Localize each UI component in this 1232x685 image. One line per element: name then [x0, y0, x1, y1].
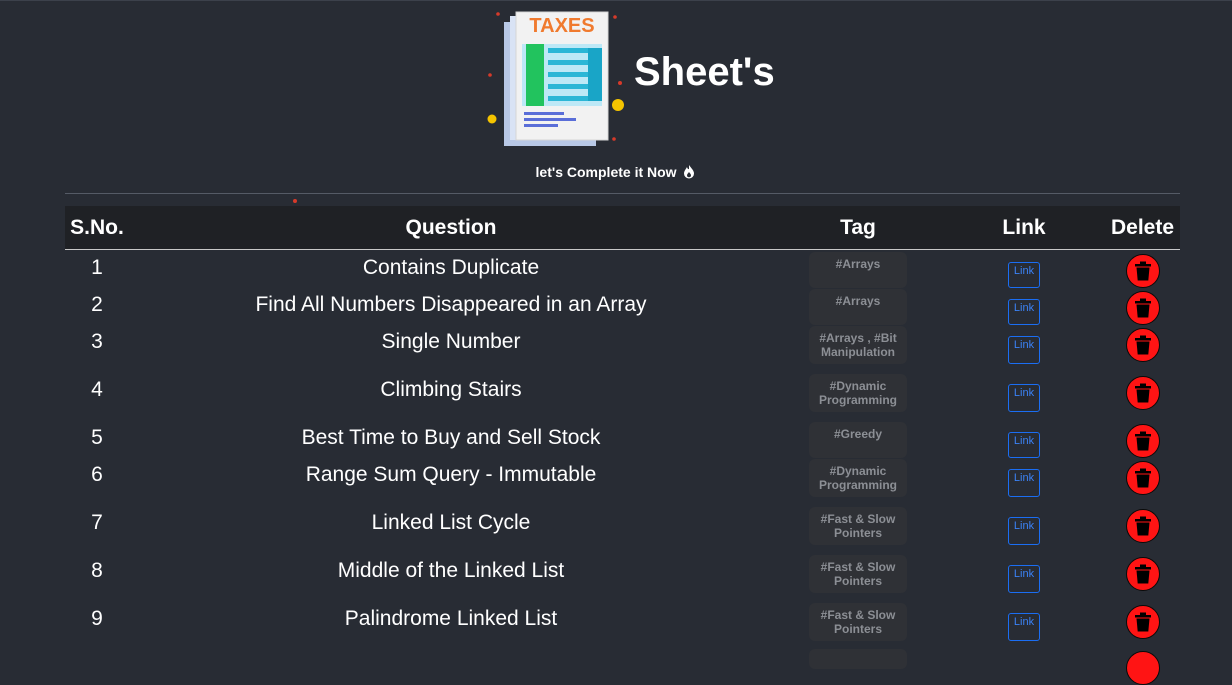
logo-text: TAXES — [529, 15, 594, 37]
tag-badge: #Greedy — [809, 422, 907, 458]
question-link[interactable]: Link — [1007, 517, 1041, 545]
question-link[interactable]: Link — [1007, 384, 1041, 412]
page-title: Sheet's — [634, 50, 775, 94]
row-number: 1 — [91, 256, 103, 279]
delete-button[interactable] — [1125, 509, 1160, 543]
tag-badge: #Fast & Slow Pointers — [809, 507, 907, 545]
trash-icon — [1134, 383, 1151, 403]
column-header-tag: Tag — [840, 215, 876, 239]
question-title: Single Number — [381, 330, 521, 353]
question-link[interactable]: Link — [1007, 565, 1041, 593]
trash-icon — [1134, 261, 1151, 281]
tag-badge: #Fast & Slow Pointers — [809, 555, 907, 593]
table-row: 5 Best Time to Buy and Sell Stock #Greed… — [65, 422, 1180, 458]
question-link[interactable]: Link — [1007, 336, 1041, 364]
row-number: 8 — [91, 559, 103, 582]
question-title: Best Time to Buy and Sell Stock — [301, 426, 601, 449]
tag-badge: #Arrays , #Bit Manipulation — [809, 326, 907, 364]
trash-icon — [1134, 564, 1151, 584]
question-title: Linked List Cycle — [371, 511, 531, 534]
delete-button[interactable] — [1125, 605, 1160, 639]
table-row: 9 Palindrome Linked List #Fast & Slow Po… — [65, 603, 1180, 641]
row-number: 4 — [91, 378, 103, 401]
question-title: Range Sum Query - Immutable — [305, 463, 597, 486]
question-link[interactable]: Link — [1007, 613, 1041, 641]
trash-icon — [1134, 335, 1151, 355]
question-link[interactable]: Link — [1007, 432, 1041, 458]
trash-icon — [1134, 468, 1151, 488]
table-row-partial — [65, 649, 1180, 685]
tagline: let's Complete it Now — [0, 164, 1232, 180]
table-row: 6 Range Sum Query - Immutable #Dynamic P… — [65, 459, 1180, 497]
page-header: TAXES Sheet's let's Complete it Now — [0, 0, 1232, 200]
decorative-dot — [293, 199, 297, 203]
tag-badge-partial — [809, 649, 907, 669]
questions-table: S.No. Question Tag Link Delete 1 Contain… — [65, 206, 1180, 685]
row-number: 3 — [91, 330, 103, 353]
column-header-delete: Delete — [1110, 215, 1175, 239]
table-row: 7 Linked List Cycle #Fast & Slow Pointer… — [65, 507, 1180, 545]
table-header-row: S.No. Question Tag Link Delete — [65, 206, 1180, 250]
table-row: 4 Climbing Stairs #Dynamic Programming L… — [65, 374, 1180, 412]
tagline-text: let's Complete it Now — [535, 164, 677, 180]
column-header-link: Link — [1002, 215, 1046, 239]
delete-button[interactable] — [1125, 328, 1160, 362]
question-title: Middle of the Linked List — [337, 559, 565, 582]
tag-badge: #Dynamic Programming — [809, 459, 907, 497]
table-row: 1 Contains Duplicate #Arrays Link — [65, 252, 1180, 288]
tag-badge: #Fast & Slow Pointers — [809, 603, 907, 641]
question-title: Palindrome Linked List — [344, 607, 558, 630]
row-number: 6 — [91, 463, 103, 486]
delete-button[interactable] — [1125, 254, 1160, 288]
question-link[interactable]: Link — [1007, 262, 1041, 288]
trash-icon — [1134, 431, 1151, 451]
question-link[interactable]: Link — [1007, 299, 1041, 325]
trash-icon — [1134, 612, 1151, 632]
table-row: 2 Find All Numbers Disappeared in an Arr… — [65, 289, 1180, 325]
tag-badge: #Dynamic Programming — [809, 374, 907, 412]
table-row: 3 Single Number #Arrays , #Bit Manipulat… — [65, 326, 1180, 364]
row-number: 7 — [91, 511, 103, 534]
tag-badge: #Arrays — [809, 289, 907, 325]
table-row: 8 Middle of the Linked List #Fast & Slow… — [65, 555, 1180, 593]
tag-badge: #Arrays — [809, 252, 907, 288]
delete-button[interactable] — [1125, 291, 1160, 325]
fire-drop-icon — [684, 165, 695, 179]
row-number: 5 — [91, 426, 103, 449]
column-header-question: Question — [405, 215, 497, 239]
header-divider — [65, 193, 1180, 194]
delete-button[interactable] — [1125, 651, 1160, 685]
question-link[interactable]: Link — [1007, 469, 1041, 497]
delete-button[interactable] — [1125, 461, 1160, 495]
delete-button[interactable] — [1125, 557, 1160, 591]
row-number: 2 — [91, 293, 103, 316]
trash-icon — [1134, 516, 1151, 536]
trash-icon — [1134, 298, 1151, 318]
column-header-sno: S.No. — [70, 215, 124, 239]
delete-button[interactable] — [1125, 424, 1160, 458]
question-title: Find All Numbers Disappeared in an Array — [255, 293, 647, 316]
tax-document-icon: TAXES — [487, 11, 624, 146]
delete-button[interactable] — [1125, 376, 1160, 410]
question-title: Contains Duplicate — [362, 256, 540, 279]
question-title: Climbing Stairs — [380, 378, 522, 401]
row-number: 9 — [91, 607, 103, 630]
